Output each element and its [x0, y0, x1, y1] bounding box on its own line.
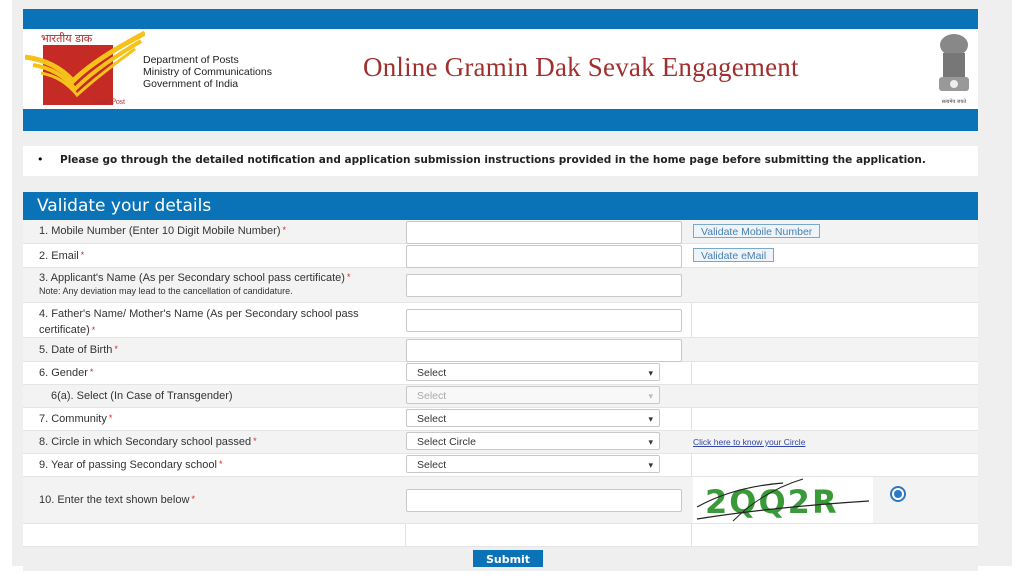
- notice-banner: • Please go through the detailed notific…: [23, 146, 978, 176]
- field-label: 3. Applicant's Name (As per Secondary sc…: [39, 272, 351, 296]
- emblem-caption: सत्यमेव जयते: [942, 98, 967, 105]
- email-input[interactable]: [406, 245, 682, 268]
- form-row-parent-name: 4. Father's Name/ Mother's Name (As per …: [23, 303, 978, 338]
- date-of-birth-input[interactable]: [406, 339, 682, 362]
- form-row-gender: 6. Gender * Select ▾: [23, 362, 978, 385]
- form-row-captcha: 10. Enter the text shown below * 2QQ2R: [23, 477, 978, 524]
- refresh-captcha-icon[interactable]: [889, 485, 907, 503]
- dept-line: Department of Posts: [143, 54, 239, 66]
- column-divider: [691, 408, 692, 430]
- site-header: भारतीय डाक India Post Department of Post…: [23, 9, 978, 131]
- validate-mobile-button[interactable]: Validate Mobile Number: [693, 224, 821, 238]
- captcha-input[interactable]: [406, 489, 682, 512]
- column-divider: [691, 524, 692, 546]
- column-divider: [405, 524, 406, 546]
- field-label: 1. Mobile Number (Enter 10 Digit Mobile …: [39, 225, 286, 237]
- form-row-transgender: 6(a). Select (In Case of Transgender) Se…: [23, 385, 978, 408]
- chevron-down-icon: ▾: [648, 368, 653, 378]
- logo-caption: India Post: [93, 97, 126, 106]
- form-row-circle: 8. Circle in which Secondary school pass…: [23, 431, 978, 454]
- applicant-name-input[interactable]: [406, 274, 682, 297]
- submit-row: Submit: [23, 547, 978, 571]
- form-row-community: 7. Community * Select ▾: [23, 408, 978, 431]
- parent-name-input[interactable]: [406, 309, 682, 332]
- field-label: 10. Enter the text shown below *: [39, 494, 195, 506]
- form-row-spacer: [23, 524, 978, 547]
- chevron-down-icon: ▾: [648, 460, 653, 470]
- dept-line: Government of India: [143, 78, 239, 90]
- field-label: 2. Email *: [39, 250, 85, 262]
- field-label: 9. Year of passing Secondary school *: [39, 459, 223, 471]
- field-label: 7. Community *: [39, 413, 113, 425]
- column-divider: [691, 454, 692, 476]
- mobile-number-input[interactable]: [406, 221, 682, 244]
- bullet-icon: •: [37, 153, 44, 166]
- captcha-image: 2QQ2R: [693, 477, 873, 523]
- validate-form: Validate your details 1. Mobile Number (…: [23, 192, 978, 571]
- know-your-circle-link[interactable]: Click here to know your Circle: [693, 437, 805, 447]
- chevron-down-icon: ▾: [648, 391, 653, 401]
- validate-email-button[interactable]: Validate eMail: [693, 248, 775, 262]
- transgender-select[interactable]: Select ▾: [406, 386, 660, 404]
- header-bottom-bar: [23, 109, 978, 131]
- column-divider: [691, 303, 692, 337]
- field-label: 4. Father's Name/ Mother's Name (As per …: [39, 308, 359, 336]
- submit-button[interactable]: Submit: [473, 550, 543, 567]
- gender-select[interactable]: Select ▾: [406, 363, 660, 381]
- form-heading: Validate your details: [23, 192, 978, 220]
- national-emblem-icon: सत्यमेव जयते: [939, 34, 969, 105]
- page-title: Online Gramin Dak Sevak Engagement: [363, 52, 799, 82]
- dept-line: Ministry of Communications: [143, 66, 272, 78]
- form-row-year: 9. Year of passing Secondary school * Sel…: [23, 454, 978, 477]
- form-row-dob: 5. Date of Birth *: [23, 338, 978, 362]
- department-info: Department of Posts Ministry of Communic…: [143, 54, 272, 90]
- field-label: 8. Circle in which Secondary school pass…: [39, 436, 257, 448]
- column-divider: [691, 362, 692, 384]
- chevron-down-icon: ▾: [648, 437, 653, 447]
- community-select[interactable]: Select ▾: [406, 409, 660, 427]
- chevron-down-icon: ▾: [648, 414, 653, 424]
- circle-select[interactable]: Select Circle ▾: [406, 432, 660, 450]
- field-label: 6(a). Select (In Case of Transgender): [51, 390, 233, 402]
- notice-text: Please go through the detailed notificat…: [60, 154, 926, 166]
- logo-hindi-text: भारतीय डाक: [41, 32, 93, 45]
- field-label: 6. Gender *: [39, 367, 94, 379]
- field-label: 5. Date of Birth *: [39, 344, 118, 356]
- form-row-mobile: 1. Mobile Number (Enter 10 Digit Mobile …: [23, 220, 978, 244]
- form-row-applicant-name: 3. Applicant's Name (As per Secondary sc…: [23, 268, 978, 303]
- form-row-email: 2. Email * Validate eMail: [23, 244, 978, 268]
- header-top-bar: [23, 9, 978, 29]
- year-of-passing-select[interactable]: Select ▾: [406, 455, 660, 473]
- field-note: Note: Any deviation may lead to the canc…: [39, 286, 293, 296]
